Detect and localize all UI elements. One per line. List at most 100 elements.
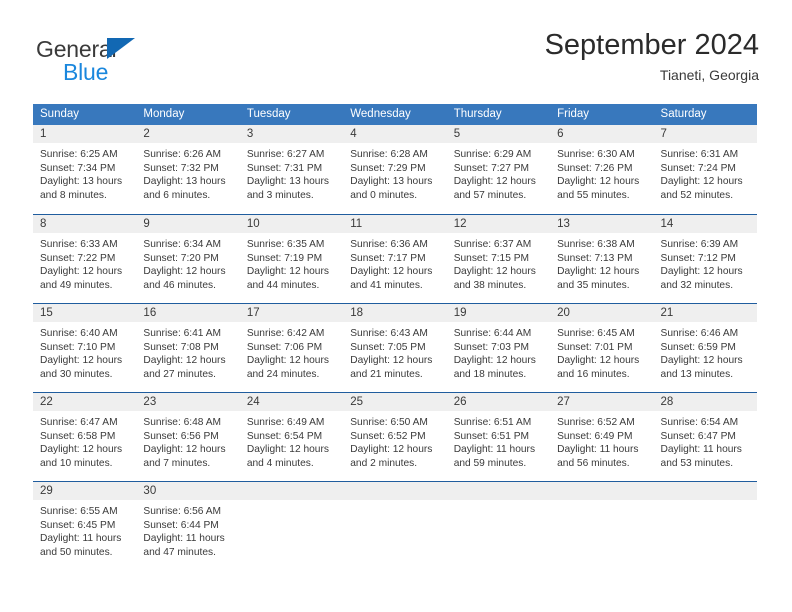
day-cell[interactable]: 1 Sunrise: 6:25 AM Sunset: 7:34 PM Dayli…: [33, 125, 137, 214]
day-info: Sunrise: 6:44 AM Sunset: 7:03 PM Dayligh…: [447, 322, 550, 381]
daylight-text: Daylight: 11 hours and 47 minutes.: [143, 533, 225, 558]
day-number: 1: [40, 128, 47, 140]
sunset-text: Sunset: 7:29 PM: [350, 162, 426, 174]
day-number: 23: [143, 396, 157, 408]
day-cell[interactable]: 24 Sunrise: 6:49 AM Sunset: 6:54 PM Dayl…: [239, 393, 344, 481]
day-cell-empty: [239, 482, 344, 570]
day-number-band: 15: [33, 304, 137, 322]
day-cell[interactable]: 21 Sunrise: 6:46 AM Sunset: 6:59 PM Dayl…: [653, 304, 757, 392]
day-cell[interactable]: 5 Sunrise: 6:29 AM Sunset: 7:27 PM Dayli…: [446, 125, 551, 214]
day-number: 7: [660, 128, 667, 140]
day-cell[interactable]: 19 Sunrise: 6:44 AM Sunset: 7:03 PM Dayl…: [446, 304, 551, 392]
day-info: Sunrise: 6:47 AM Sunset: 6:58 PM Dayligh…: [33, 411, 136, 470]
day-info: Sunrise: 6:36 AM Sunset: 7:17 PM Dayligh…: [343, 233, 446, 292]
daylight-text: Daylight: 12 hours and 21 minutes.: [350, 355, 433, 380]
day-info: Sunrise: 6:49 AM Sunset: 6:54 PM Dayligh…: [240, 411, 343, 470]
day-number-band: 7: [653, 125, 757, 143]
day-info: Sunrise: 6:50 AM Sunset: 6:52 PM Dayligh…: [343, 411, 446, 470]
day-cell[interactable]: 14 Sunrise: 6:39 AM Sunset: 7:12 PM Dayl…: [653, 215, 757, 303]
day-info: Sunrise: 6:34 AM Sunset: 7:20 PM Dayligh…: [136, 233, 239, 292]
day-number: 16: [143, 307, 157, 319]
day-number-band: [550, 482, 654, 500]
day-cell[interactable]: 26 Sunrise: 6:51 AM Sunset: 6:51 PM Dayl…: [446, 393, 551, 481]
day-number-band: 14: [653, 215, 757, 233]
day-number: 2: [143, 128, 150, 140]
day-number-band: 28: [653, 393, 757, 411]
day-number-band: 27: [550, 393, 654, 411]
sunrise-text: Sunrise: 6:31 AM: [660, 149, 739, 160]
day-cell[interactable]: 9 Sunrise: 6:34 AM Sunset: 7:20 PM Dayli…: [136, 215, 240, 303]
day-cell[interactable]: 28 Sunrise: 6:54 AM Sunset: 6:47 PM Dayl…: [653, 393, 757, 481]
sunrise-text: Sunrise: 6:25 AM: [40, 149, 118, 160]
weekday-header-friday: Friday: [557, 108, 590, 120]
sunrise-text: Sunrise: 6:50 AM: [350, 417, 428, 428]
day-number-band: 1: [33, 125, 137, 143]
sunset-text: Sunset: 7:15 PM: [453, 252, 530, 264]
sunrise-text: Sunrise: 6:52 AM: [557, 417, 635, 428]
day-number-band: [653, 482, 757, 500]
day-cell[interactable]: 7 Sunrise: 6:31 AM Sunset: 7:24 PM Dayli…: [653, 125, 757, 214]
day-cell[interactable]: 13 Sunrise: 6:38 AM Sunset: 7:13 PM Dayl…: [550, 215, 654, 303]
sunset-text: Sunset: 7:26 PM: [557, 162, 633, 174]
day-info: Sunrise: 6:27 AM Sunset: 7:31 PM Dayligh…: [240, 143, 343, 202]
day-cell[interactable]: 3 Sunrise: 6:27 AM Sunset: 7:31 PM Dayli…: [239, 125, 344, 214]
daylight-text: Daylight: 12 hours and 52 minutes.: [660, 176, 743, 201]
day-cell[interactable]: 18 Sunrise: 6:43 AM Sunset: 7:05 PM Dayl…: [343, 304, 447, 392]
sunset-text: Sunset: 7:32 PM: [143, 162, 219, 174]
day-number-band: 11: [343, 215, 447, 233]
day-cell[interactable]: 23 Sunrise: 6:48 AM Sunset: 6:56 PM Dayl…: [136, 393, 240, 481]
day-number-band: 12: [446, 215, 551, 233]
daylight-text: Daylight: 12 hours and 32 minutes.: [660, 266, 743, 291]
day-cell[interactable]: 30 Sunrise: 6:56 AM Sunset: 6:44 PM Dayl…: [136, 482, 240, 570]
day-cell[interactable]: 12 Sunrise: 6:37 AM Sunset: 7:15 PM Dayl…: [446, 215, 551, 303]
sunrise-text: Sunrise: 6:43 AM: [350, 328, 428, 339]
daylight-text: Daylight: 12 hours and 4 minutes.: [246, 444, 329, 469]
day-number: 15: [40, 307, 53, 319]
day-cell[interactable]: 4 Sunrise: 6:28 AM Sunset: 7:29 PM Dayli…: [343, 125, 447, 214]
day-cell-empty: [343, 482, 447, 570]
sunrise-text: Sunrise: 6:35 AM: [246, 239, 325, 250]
sunrise-text: Sunrise: 6:39 AM: [660, 239, 739, 250]
day-info: Sunrise: 6:25 AM Sunset: 7:34 PM Dayligh…: [33, 143, 136, 202]
day-cell[interactable]: 20 Sunrise: 6:45 AM Sunset: 7:01 PM Dayl…: [550, 304, 654, 392]
day-cell[interactable]: 10 Sunrise: 6:35 AM Sunset: 7:19 PM Dayl…: [239, 215, 344, 303]
generalblue-logo[interactable]: General Blue: [33, 36, 253, 92]
daylight-text: Daylight: 12 hours and 16 minutes.: [557, 355, 640, 380]
day-cell[interactable]: 8 Sunrise: 6:33 AM Sunset: 7:22 PM Dayli…: [33, 215, 137, 303]
weekday-header-sunday: Sunday: [40, 108, 80, 120]
day-number-band: 6: [550, 125, 654, 143]
day-number-band: 22: [33, 393, 137, 411]
sunset-text: Sunset: 7:06 PM: [246, 341, 323, 353]
sunset-text: Sunset: 7:01 PM: [557, 341, 633, 353]
day-cell[interactable]: 15 Sunrise: 6:40 AM Sunset: 7:10 PM Dayl…: [33, 304, 137, 392]
day-number-band: 29: [33, 482, 137, 500]
day-cell[interactable]: 25 Sunrise: 6:50 AM Sunset: 6:52 PM Dayl…: [343, 393, 447, 481]
day-cell[interactable]: 17 Sunrise: 6:42 AM Sunset: 7:06 PM Dayl…: [239, 304, 344, 392]
logo-text-blue: Blue: [63, 59, 109, 85]
day-number: 19: [453, 307, 467, 319]
day-cell[interactable]: 11 Sunrise: 6:36 AM Sunset: 7:17 PM Dayl…: [343, 215, 447, 303]
day-cell[interactable]: 22 Sunrise: 6:47 AM Sunset: 6:58 PM Dayl…: [33, 393, 137, 481]
day-number: 20: [557, 307, 570, 319]
sunset-text: Sunset: 6:59 PM: [660, 341, 736, 353]
day-number: 26: [453, 396, 467, 408]
day-cell[interactable]: 16 Sunrise: 6:41 AM Sunset: 7:08 PM Dayl…: [136, 304, 240, 392]
sunset-text: Sunset: 7:08 PM: [143, 341, 219, 353]
daylight-text: Daylight: 13 hours and 8 minutes.: [40, 176, 123, 201]
sunset-text: Sunset: 7:34 PM: [40, 162, 116, 174]
sunrise-text: Sunrise: 6:34 AM: [143, 239, 222, 250]
day-cell[interactable]: 2 Sunrise: 6:26 AM Sunset: 7:32 PM Dayli…: [136, 125, 240, 214]
day-info: Sunrise: 6:38 AM Sunset: 7:13 PM Dayligh…: [550, 233, 653, 292]
day-info: Sunrise: 6:46 AM Sunset: 6:59 PM Dayligh…: [654, 322, 757, 381]
day-number: 4: [350, 128, 357, 140]
day-cell[interactable]: 29 Sunrise: 6:55 AM Sunset: 6:45 PM Dayl…: [33, 482, 137, 570]
day-cell[interactable]: 27 Sunrise: 6:52 AM Sunset: 6:49 PM Dayl…: [550, 393, 654, 481]
sunrise-text: Sunrise: 6:46 AM: [660, 328, 739, 339]
day-number-band: [446, 482, 551, 500]
sunrise-text: Sunrise: 6:38 AM: [557, 239, 635, 250]
daylight-text: Daylight: 12 hours and 2 minutes.: [350, 444, 433, 469]
daylight-text: Daylight: 11 hours and 59 minutes.: [453, 444, 536, 469]
day-info: Sunrise: 6:40 AM Sunset: 7:10 PM Dayligh…: [33, 322, 136, 381]
day-number: 3: [246, 128, 254, 140]
day-cell[interactable]: 6 Sunrise: 6:30 AM Sunset: 7:26 PM Dayli…: [550, 125, 654, 214]
